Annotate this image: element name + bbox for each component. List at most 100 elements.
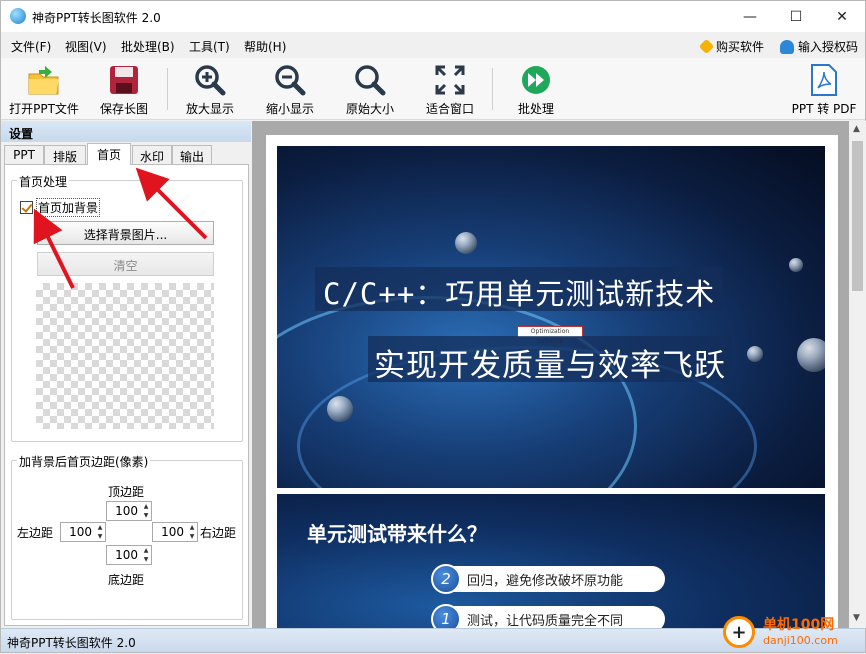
slide-1: Optimization Software C/C++：巧用单元测试新技术 实现…	[277, 146, 825, 488]
bottom-margin-spinner[interactable]: 100 ▲ ▼	[106, 545, 152, 565]
menu-view[interactable]: 视图(V)	[65, 38, 107, 55]
slide-1-title-line-2: 实现开发质量与效率飞跃	[368, 336, 732, 384]
bubble-decoration	[797, 338, 825, 372]
plus-circle-icon: +	[723, 616, 755, 648]
batch-button[interactable]: 批处理	[509, 62, 563, 118]
user-icon	[780, 39, 794, 54]
top-margin-value[interactable]: 100	[107, 504, 141, 518]
maximize-button[interactable]: ☐	[773, 1, 819, 32]
toolbar-separator	[492, 68, 493, 110]
toolbar-separator	[167, 68, 168, 110]
pdf-file-icon	[806, 62, 842, 98]
zoom-out-label: 缩小显示	[265, 102, 314, 116]
actual-size-button[interactable]: 原始大小	[341, 62, 399, 118]
top-margin-label: 顶边距	[108, 485, 145, 499]
bubble-decoration	[789, 258, 803, 272]
open-ppt-button[interactable]: 打开PPT文件	[7, 62, 81, 118]
actual-size-label: 原始大小	[345, 102, 394, 116]
menu-tools[interactable]: 工具(T)	[189, 38, 230, 55]
select-background-button[interactable]: 选择背景图片...	[37, 221, 214, 245]
tab-output[interactable]: 输出	[172, 145, 212, 165]
site-watermark: + 单机100网 danji100.com	[723, 612, 863, 652]
floppy-disk-icon	[106, 62, 142, 98]
right-margin-spinner[interactable]: 100 ▲ ▼	[152, 522, 198, 542]
first-page-group-title: 首页处理	[17, 173, 70, 190]
minimize-button[interactable]: —	[727, 1, 773, 32]
slide-1-title-line-1: C/C++：巧用单元测试新技术	[315, 267, 724, 311]
zoom-out-icon	[272, 62, 308, 98]
settings-panel: 设置 PPT 排版 首页 水印 输出 首页处理 首页加背景 选择背景图片... …	[1, 121, 251, 628]
right-margin-value[interactable]: 100	[153, 525, 187, 539]
bottom-margin-label: 底边距	[108, 573, 145, 587]
preview-canvas[interactable]: Optimization Software C/C++：巧用单元测试新技术 实现…	[252, 121, 849, 634]
toolbar: 打开PPT文件 保存长图 放大显示 缩小显示 原始大小 适合窗口 批处理 PPT…	[1, 58, 865, 120]
slide-2-title: 单元测试带来什么？	[307, 522, 487, 546]
left-margin-value[interactable]: 100	[61, 525, 95, 539]
tab-layout[interactable]: 排版	[44, 145, 86, 165]
zoom-in-icon	[192, 62, 228, 98]
slide-2-item-text: 测试，让代码质量完全不同	[467, 613, 624, 629]
zoom-in-button[interactable]: 放大显示	[181, 62, 239, 118]
save-image-label: 保存长图	[99, 102, 148, 116]
bottom-margin-value[interactable]: 100	[107, 548, 141, 562]
window-title: 神奇PPT转长图软件 2.0	[32, 11, 161, 25]
buy-software-link[interactable]: 购买软件	[698, 38, 765, 55]
menu-file[interactable]: 文件(F)	[11, 38, 51, 55]
ppt-to-pdf-button[interactable]: PPT 转 PDF	[789, 62, 859, 118]
app-logo-icon	[10, 8, 26, 24]
diamond-icon	[698, 38, 715, 55]
open-folder-icon	[26, 62, 62, 98]
expand-arrows-icon	[432, 62, 468, 98]
scrollbar-thumb[interactable]	[852, 141, 863, 291]
enter-license-link[interactable]: 输入授权码	[780, 38, 858, 55]
spinner-arrows-icon[interactable]: ▲ ▼	[141, 546, 151, 564]
clear-button[interactable]: 清空	[37, 252, 214, 276]
bubble-decoration	[327, 396, 353, 422]
batch-label: 批处理	[517, 102, 554, 116]
checkbox-checked-icon[interactable]	[20, 201, 33, 214]
app-window: 神奇PPT转长图软件 2.0 — ☐ ✕ 文件(F) 视图(V) 批处理(B) …	[0, 0, 866, 653]
fast-forward-icon	[518, 62, 554, 98]
left-margin-spinner[interactable]: 100 ▲ ▼	[60, 522, 106, 542]
zoom-in-label: 放大显示	[185, 102, 234, 116]
spinner-arrows-icon[interactable]: ▲ ▼	[141, 502, 151, 520]
ppt-to-pdf-label: PPT 转 PDF	[791, 102, 857, 116]
long-image-page: Optimization Software C/C++：巧用单元测试新技术 实现…	[266, 135, 838, 634]
spinner-arrows-icon[interactable]: ▲ ▼	[187, 523, 197, 541]
magnifier-icon	[352, 62, 388, 98]
tab-first-page[interactable]: 首页	[87, 143, 131, 165]
open-ppt-label: 打开PPT文件	[9, 102, 79, 116]
menu-batch[interactable]: 批处理(B)	[121, 38, 175, 55]
bubble-decoration	[455, 232, 477, 254]
top-margin-spinner[interactable]: 100 ▲ ▼	[106, 501, 152, 521]
first-page-tab-content: 首页处理 首页加背景 选择背景图片... 清空 加背景后首页边距(像素) 顶边距…	[4, 164, 249, 626]
close-button[interactable]: ✕	[819, 1, 865, 32]
vertical-scrollbar[interactable]: ▲ ▼	[849, 121, 866, 628]
settings-header: 设置	[1, 121, 251, 142]
tab-ppt[interactable]: PPT	[4, 145, 44, 165]
enter-license-label: 输入授权码	[798, 40, 859, 54]
margin-group-title: 加背景后首页边距(像素)	[17, 453, 151, 470]
fit-window-button[interactable]: 适合窗口	[421, 62, 479, 118]
status-text: 神奇PPT转长图软件 2.0	[7, 636, 136, 650]
bubble-decoration	[747, 346, 763, 362]
settings-header-label: 设置	[9, 127, 34, 141]
left-margin-label: 左边距	[17, 526, 54, 540]
title-bar: 神奇PPT转长图软件 2.0 — ☐ ✕	[1, 1, 865, 32]
save-image-button[interactable]: 保存长图	[93, 62, 155, 118]
spinner-arrows-icon[interactable]: ▲ ▼	[95, 523, 105, 541]
zoom-out-button[interactable]: 缩小显示	[261, 62, 319, 118]
buy-software-label: 购买软件	[716, 40, 765, 54]
slide-2-item: 2 回归，避免修改破坏原功能	[431, 564, 665, 594]
scroll-up-icon[interactable]: ▲	[853, 124, 860, 134]
fit-window-label: 适合窗口	[425, 102, 474, 116]
menu-help[interactable]: 帮助(H)	[244, 38, 286, 55]
slide-2-item-text: 回归，避免修改破坏原功能	[467, 573, 624, 589]
tab-watermark[interactable]: 水印	[132, 145, 172, 165]
background-preview	[36, 283, 214, 429]
right-margin-label: 右边距	[200, 526, 237, 540]
add-background-checkbox[interactable]: 首页加背景	[20, 198, 101, 217]
margin-group: 加背景后首页边距(像素) 顶边距 100 ▲ ▼ 左边距 100 ▲ ▼ 100 ▲…	[11, 453, 243, 620]
slide-2-item-number: 2	[431, 564, 461, 594]
add-background-label: 首页加背景	[36, 198, 101, 217]
